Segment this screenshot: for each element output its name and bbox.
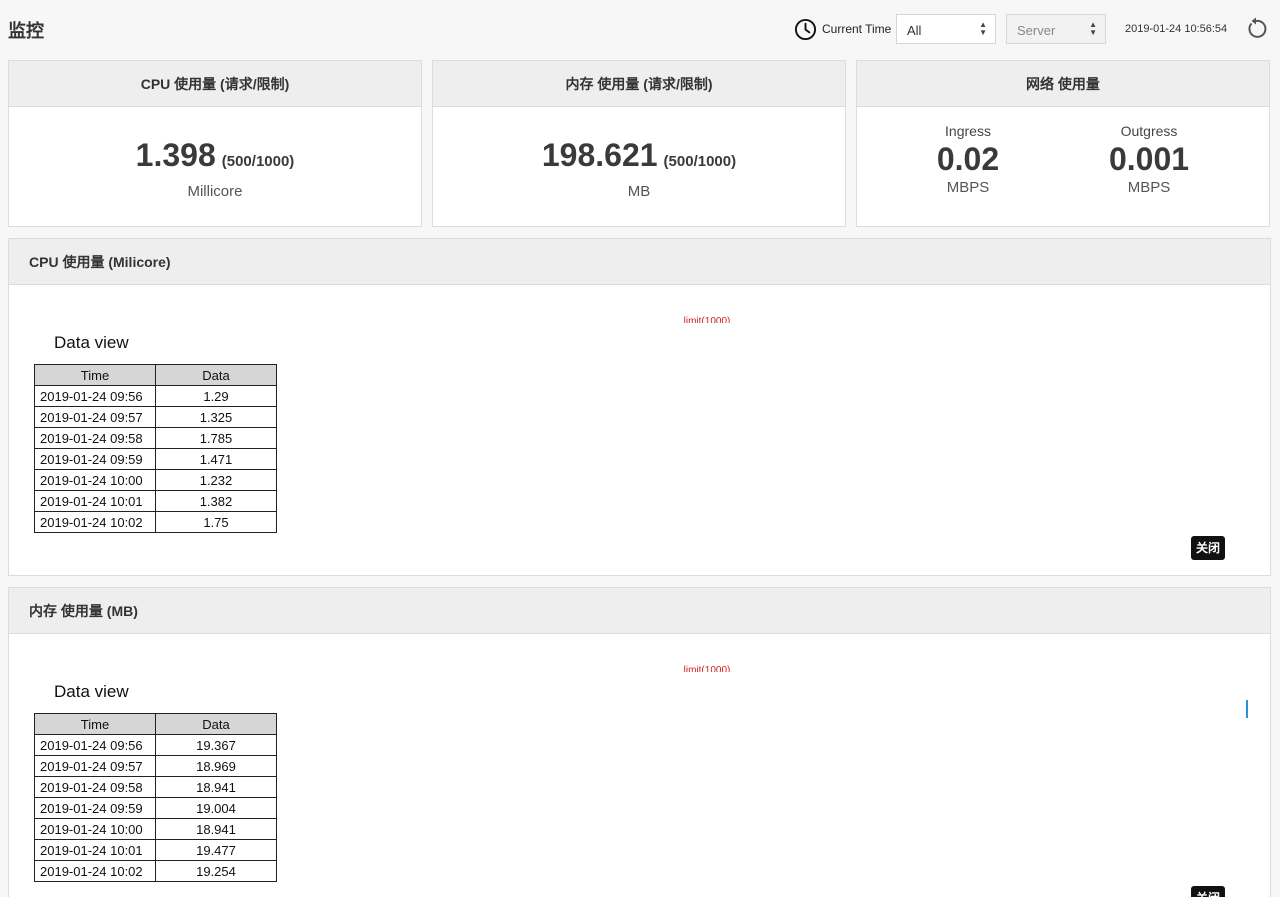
data-cell: 18.941 (155, 818, 277, 840)
outgress-stat: Outgress 0.001 MBPS (1059, 123, 1239, 196)
time-cell: 2019-01-24 09:58 (34, 776, 156, 798)
time-cell: 2019-01-24 09:59 (34, 797, 156, 819)
card-title: CPU 使用量 (请求/限制) (9, 61, 421, 107)
server-select[interactable]: Server ▲ ▼ (1006, 14, 1106, 44)
table-row: 2019-01-24 10:00 18.941 (34, 818, 277, 840)
ingress-label: Ingress (945, 123, 991, 139)
outgress-value: 0.001 (1108, 141, 1190, 177)
select-arrows-icon: ▲ ▼ (979, 20, 987, 37)
data-view-table: Time Data 2019-01-24 09:56 1.29 2019-01-2… (34, 364, 277, 533)
data-cell: 19.367 (155, 734, 277, 756)
table-row: 2019-01-24 09:59 19.004 (34, 797, 277, 819)
table-row: 2019-01-24 09:56 1.29 (34, 385, 277, 407)
limit-label: limit(1000) (683, 316, 731, 323)
memory-value: 198.621 (541, 137, 658, 173)
table-row: 2019-01-24 10:02 1.75 (34, 511, 277, 533)
limit-label: limit(1000) (683, 665, 731, 672)
outgress-label: Outgress (1120, 123, 1178, 139)
cpu-usage-card: CPU 使用量 (请求/限制) 1.398 (500/1000) Millicor… (8, 60, 422, 227)
table-row: 2019-01-24 09:58 1.785 (34, 427, 277, 449)
data-cell: 18.969 (155, 755, 277, 777)
dataview-title: Data view (54, 682, 129, 701)
memory-chart-panel: 内存 使用量 (MB) limit(1000) Data view Time D… (8, 587, 1271, 897)
chart-edge-mark (1245, 700, 1248, 718)
clock-icon (794, 18, 817, 41)
time-cell: 2019-01-24 09:59 (34, 448, 156, 470)
cpu-unit: Millicore (187, 183, 243, 200)
table-row: 2019-01-24 10:01 1.382 (34, 490, 277, 512)
cpu-limit: (500/1000) (221, 153, 295, 170)
time-range-select[interactable]: All ▲ ▼ (896, 14, 996, 44)
card-title: 内存 使用量 (请求/限制) (433, 61, 845, 107)
data-cell: 1.471 (155, 448, 277, 470)
column-header-time: Time (34, 713, 156, 735)
table-row: 2019-01-24 09:57 1.325 (34, 406, 277, 428)
table-row: 2019-01-24 09:58 18.941 (34, 776, 277, 798)
top-bar: 监控 Current Time All ▲ ▼ Server ▲ ▼ 2019-01… (0, 0, 1280, 58)
ingress-value: 0.02 (936, 141, 1000, 177)
time-cell: 2019-01-24 10:02 (34, 860, 156, 882)
select-arrows-icon: ▲ ▼ (1089, 20, 1097, 37)
card-title: 网络 使用量 (857, 61, 1269, 107)
ingress-stat: Ingress 0.02 MBPS (878, 123, 1058, 196)
time-cell: 2019-01-24 09:57 (34, 755, 156, 777)
time-cell: 2019-01-24 10:01 (34, 839, 156, 861)
table-row: 2019-01-24 10:02 19.254 (34, 860, 277, 882)
data-cell: 19.254 (155, 860, 277, 882)
panel-title: 内存 使用量 (MB) (9, 588, 1270, 634)
close-button[interactable]: 关闭 (1191, 886, 1225, 897)
data-cell: 1.382 (155, 490, 277, 512)
time-cell: 2019-01-24 10:00 (34, 818, 156, 840)
data-cell: 1.232 (155, 469, 277, 491)
memory-unit: MB (627, 183, 651, 200)
data-cell: 1.785 (155, 427, 277, 449)
column-header-data: Data (155, 713, 277, 735)
memory-usage-card: 内存 使用量 (请求/限制) 198.621 (500/1000) MB (432, 60, 846, 227)
time-cell: 2019-01-24 09:58 (34, 427, 156, 449)
table-row: 2019-01-24 10:01 19.477 (34, 839, 277, 861)
current-time-label: Current Time (822, 22, 892, 36)
column-header-data: Data (155, 364, 277, 386)
data-view-table: Time Data 2019-01-24 09:56 19.367 2019-01… (34, 713, 277, 882)
time-cell: 2019-01-24 09:57 (34, 406, 156, 428)
table-row: 2019-01-24 09:56 19.367 (34, 734, 277, 756)
data-cell: 1.75 (155, 511, 277, 533)
data-cell: 1.29 (155, 385, 277, 407)
timestamp: 2019-01-24 10:56:54 (1125, 23, 1228, 35)
server-value: Server (1017, 23, 1056, 38)
close-button[interactable]: 关闭 (1191, 536, 1225, 560)
time-cell: 2019-01-24 10:02 (34, 511, 156, 533)
table-row: 2019-01-24 09:59 1.471 (34, 448, 277, 470)
data-cell: 1.325 (155, 406, 277, 428)
time-cell: 2019-01-24 09:56 (34, 385, 156, 407)
dataview-title: Data view (54, 333, 129, 352)
outgress-unit: MBPS (1127, 179, 1171, 196)
column-header-time: Time (34, 364, 156, 386)
data-cell: 19.477 (155, 839, 277, 861)
cpu-value: 1.398 (135, 137, 216, 173)
cpu-chart-panel: CPU 使用量 (Milicore) limit(1000) Data view… (8, 238, 1271, 576)
page-title: 监控 (8, 21, 44, 41)
ingress-unit: MBPS (946, 179, 990, 196)
data-cell: 18.941 (155, 776, 277, 798)
table-row: 2019-01-24 09:57 18.969 (34, 755, 277, 777)
panel-title: CPU 使用量 (Milicore) (9, 239, 1270, 285)
refresh-icon[interactable] (1244, 17, 1268, 41)
time-cell: 2019-01-24 10:01 (34, 490, 156, 512)
data-cell: 19.004 (155, 797, 277, 819)
table-row: 2019-01-24 10:00 1.232 (34, 469, 277, 491)
memory-limit: (500/1000) (663, 153, 737, 170)
time-cell: 2019-01-24 09:56 (34, 734, 156, 756)
time-cell: 2019-01-24 10:00 (34, 469, 156, 491)
network-usage-card: 网络 使用量 Ingress 0.02 MBPS Outgress 0.001 … (856, 60, 1270, 227)
time-range-value: All (907, 23, 922, 38)
